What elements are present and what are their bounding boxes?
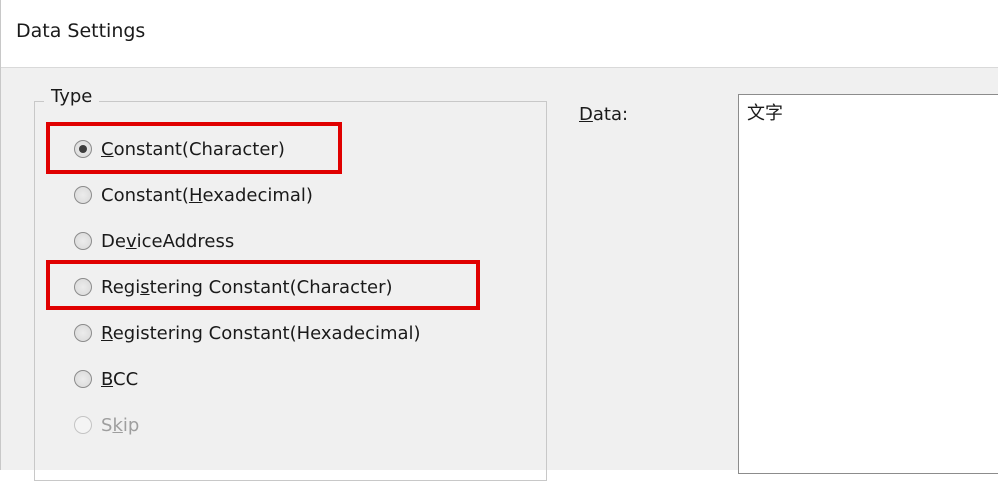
- data-label: Data:: [579, 104, 629, 125]
- data-textarea[interactable]: 文字: [738, 94, 998, 474]
- type-group-legend: Type: [44, 86, 100, 107]
- radio-constant-character[interactable]: Constant(Character): [74, 134, 285, 164]
- window-title: Data Settings: [16, 20, 146, 42]
- radio-label: BCC: [101, 368, 139, 390]
- window-left-edge: [0, 0, 10, 470]
- radio-button-icon[interactable]: [74, 370, 92, 388]
- radio-button-icon[interactable]: [74, 324, 92, 342]
- radio-button-icon[interactable]: [74, 278, 92, 296]
- radio-button-icon[interactable]: [74, 232, 92, 250]
- radio-label: Skip: [101, 414, 140, 436]
- radio-skip: Skip: [74, 410, 139, 440]
- title-bar: Data Settings: [0, 0, 998, 68]
- radio-button-icon: [74, 416, 92, 434]
- radio-bcc[interactable]: BCC: [74, 364, 138, 394]
- radio-device-address[interactable]: DeviceAddress: [74, 226, 234, 256]
- data-value: 文字: [747, 103, 783, 124]
- radio-label: Constant(Hexadecimal): [101, 184, 313, 206]
- radio-button-icon[interactable]: [74, 140, 92, 158]
- radio-label: Registering Constant(Character): [101, 276, 393, 298]
- radio-registering-constant-character[interactable]: Registering Constant(Character): [74, 272, 393, 302]
- radio-registering-constant-hexadecimal[interactable]: Registering Constant(Hexadecimal): [74, 318, 421, 348]
- radio-constant-hexadecimal[interactable]: Constant(Hexadecimal): [74, 180, 313, 210]
- radio-label: DeviceAddress: [101, 230, 235, 252]
- radio-button-icon[interactable]: [74, 186, 92, 204]
- radio-label: Registering Constant(Hexadecimal): [101, 322, 421, 344]
- radio-label: Constant(Character): [101, 138, 285, 160]
